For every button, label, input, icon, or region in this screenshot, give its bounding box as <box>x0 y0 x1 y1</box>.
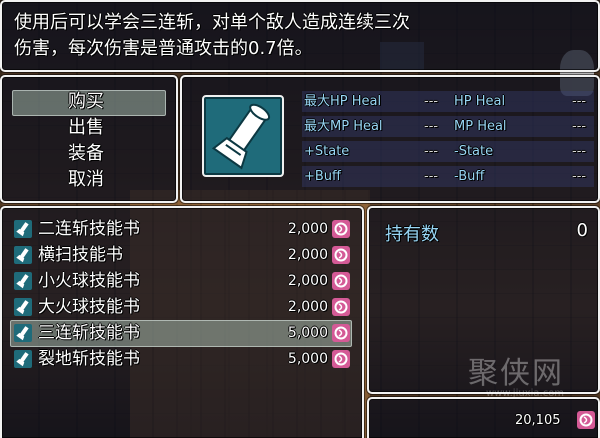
item-status-window: 最大HP Heal --- HP Heal --- 最大MP Heal --- … <box>180 75 600 203</box>
item-name: 三连斩技能书 <box>38 323 140 343</box>
effect-label: -Buff <box>454 169 485 184</box>
possession-count: 0 <box>576 220 588 241</box>
gold-coin-icon <box>332 298 350 316</box>
command-sell[interactable]: 出售 <box>12 115 166 141</box>
effect-value: --- <box>572 144 587 159</box>
effect-grid: 最大HP Heal --- HP Heal --- 最大MP Heal --- … <box>300 89 596 189</box>
effect-label: +Buff <box>304 169 342 184</box>
command-equip-label: 装备 <box>68 143 104 164</box>
scroll-icon <box>14 272 32 290</box>
shop-command-window: 购买 出售 装备 取消 <box>0 75 178 203</box>
scroll-icon <box>14 220 32 238</box>
shop-item[interactable]: 小火球技能书 2,000 <box>8 268 356 294</box>
scroll-icon <box>202 95 284 177</box>
shop-item[interactable]: 大火球技能书 2,000 <box>8 294 356 320</box>
item-price: 2,000 <box>287 273 328 289</box>
item-price: 2,000 <box>287 299 328 315</box>
item-price: 5,000 <box>287 325 328 341</box>
item-price: 5,000 <box>287 351 328 367</box>
effect-value: --- <box>424 94 439 109</box>
shop-item[interactable]: 横扫技能书 2,000 <box>8 242 356 268</box>
site-watermark: 聚侠网 <box>468 356 564 391</box>
item-name: 横扫技能书 <box>38 245 123 265</box>
item-name: 小火球技能书 <box>38 271 140 291</box>
shop-item-selected[interactable]: 三连斩技能书 5,000 <box>8 320 356 347</box>
effect-value: --- <box>572 169 587 184</box>
effect-label: -State <box>454 144 494 159</box>
help-text-line-2: 伤害，每次伤害是普通攻击的0.7倍。 <box>14 38 313 59</box>
item-price: 2,000 <box>287 247 328 263</box>
gold-coin-icon <box>332 272 350 290</box>
effect-label: +State <box>304 144 350 159</box>
gold-coin-icon <box>332 246 350 264</box>
help-text-line-1: 使用后可以学会三连斩，对单个敌人造成连续三次 <box>14 12 410 33</box>
gold-coin-icon <box>332 220 350 238</box>
command-buy-label: 购买 <box>68 91 104 112</box>
effect-row: 最大HP Heal --- HP Heal --- <box>300 89 596 114</box>
gold-coin-icon <box>332 324 350 342</box>
shop-item[interactable]: 裂地斩技能书 5,000 <box>8 346 356 372</box>
effect-row: 最大MP Heal --- MP Heal --- <box>300 114 596 139</box>
effect-label: HP Heal <box>454 94 506 109</box>
shop-item[interactable]: 二连斩技能书 2,000 <box>8 216 356 242</box>
scroll-icon <box>14 298 32 316</box>
effect-row: +State --- -State --- <box>300 139 596 164</box>
effect-value: --- <box>424 144 439 159</box>
effect-value: --- <box>424 119 439 134</box>
shop-item-list: 二连斩技能书 2,000 横扫技能书 2,000 小火球技能书 2,000 大火… <box>0 206 364 438</box>
command-cancel[interactable]: 取消 <box>12 167 166 193</box>
item-name: 二连斩技能书 <box>38 219 140 239</box>
effect-value: --- <box>572 94 587 109</box>
command-buy[interactable]: 购买 <box>12 89 166 116</box>
possession-label: 持有数 <box>385 224 439 245</box>
gold-window: 20,105 <box>367 397 600 438</box>
gold-coin-icon <box>332 350 350 368</box>
site-watermark-url: www.jiuxia.com <box>486 388 565 399</box>
gold-coin-icon <box>577 411 595 429</box>
gold-amount: 20,105 <box>515 413 561 428</box>
help-window: 使用后可以学会三连斩，对单个敌人造成连续三次 伤害，每次伤害是普通攻击的0.7倍… <box>0 0 600 72</box>
effect-label: MP Heal <box>454 119 507 134</box>
effect-value: --- <box>424 169 439 184</box>
item-name: 大火球技能书 <box>38 297 140 317</box>
command-sell-label: 出售 <box>68 117 104 138</box>
effect-label: 最大HP Heal <box>304 94 382 109</box>
scroll-icon <box>14 324 32 342</box>
effect-value: --- <box>572 119 587 134</box>
command-equip[interactable]: 装备 <box>12 141 166 167</box>
item-price: 2,000 <box>287 221 328 237</box>
scroll-icon <box>14 246 32 264</box>
effect-row: +Buff --- -Buff --- <box>300 164 596 189</box>
command-cancel-label: 取消 <box>68 169 104 190</box>
item-name: 裂地斩技能书 <box>38 349 140 369</box>
scroll-icon <box>14 350 32 368</box>
effect-label: 最大MP Heal <box>304 119 383 134</box>
